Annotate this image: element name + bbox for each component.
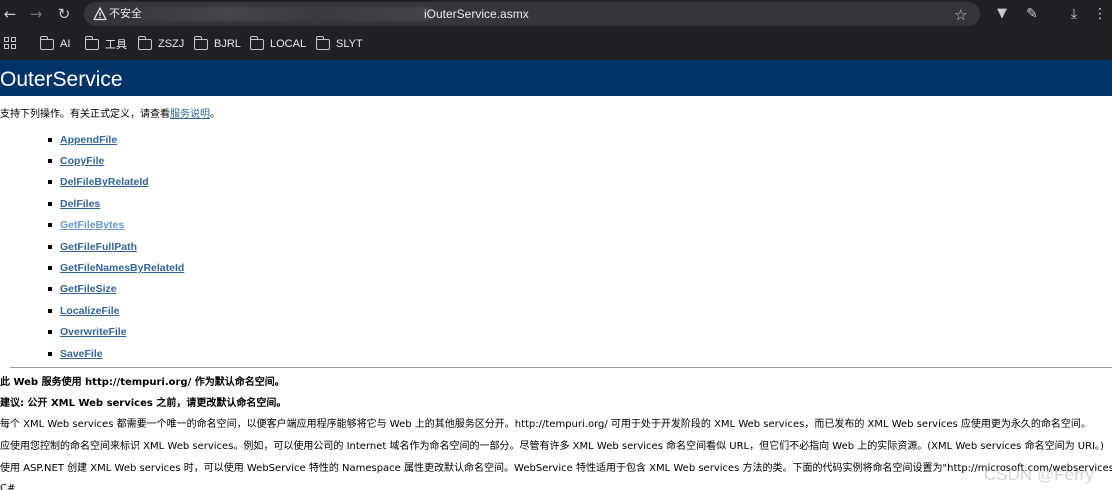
intro-text: 支持下列操作。有关正式定义，请查看服务说明。 [0,108,220,122]
bookmark-star-icon[interactable]: ☆ [954,7,970,23]
intro-end: 。 [210,109,220,120]
operation-link-getfilefullpath[interactable]: GetFileFullPath [60,241,137,253]
bookmark-folder-zszj[interactable]: ZSZJ [137,35,185,52]
operation-link-getfilenamesbyrelateid[interactable]: GetFileNamesByRelateId [60,262,184,274]
bookmark-folder-tools[interactable]: 工具 [84,35,127,52]
warning-icon[interactable] [93,7,107,21]
operations-list: AppendFile CopyFile DelFileByRelateId De… [48,129,184,364]
heading-bar: OuterService [0,60,1112,96]
bullet-icon [48,159,52,164]
namespace-paragraph-1: 每个 XML Web services 都需要一个唯一的命名空间，以便客户端应用… [0,419,1091,430]
apps-grid-icon[interactable] [4,37,16,49]
menu-icon[interactable]: ⋮ [1092,6,1108,22]
divider [10,367,1112,368]
not-secure-label[interactable]: 不安全 [109,6,142,22]
bullet-icon [48,137,52,142]
extensions-icon[interactable]: ✎ [1024,6,1040,22]
list-item: SaveFile [48,343,184,364]
code-language-label: C# [0,483,16,490]
folder-icon [39,35,54,50]
back-icon[interactable]: ← [0,4,20,24]
bookmark-label: AI [60,38,71,50]
namespace-paragraph-2: 应使用您控制的命名空间来标识 XML Web services。例如，可以使用公… [0,441,1104,452]
blurred-url [142,7,432,21]
list-item: GetFileSize [48,279,184,300]
list-item: CopyFile [48,150,184,171]
bullet-icon [48,201,52,206]
folder-icon [249,35,264,50]
operation-link-getfilesize[interactable]: GetFileSize [60,283,117,295]
toolbar: ← → ↻ 不安全 iOuterService.asmx ☆ ▼ ✎ ⤓ ⋮ [0,0,1112,28]
folder-icon [193,35,208,50]
operation-link-copyfile[interactable]: CopyFile [60,155,104,167]
operation-link-overwritefile[interactable]: OverwriteFile [60,326,127,338]
namespace-paragraph-3: 使用 ASP.NET 创建 XML Web services 时，可以使用 We… [0,463,1112,474]
bullet-icon [48,223,52,228]
operation-link-getfilebytes[interactable]: GetFileBytes [60,219,124,231]
operation-link-savefile[interactable]: SaveFile [60,348,103,360]
bookmark-label: 工具 [105,39,127,51]
list-item: DelFileByRelateId [48,172,184,193]
list-item: GetFileFullPath [48,236,184,257]
bullet-icon [48,287,52,292]
operation-link-localizefile[interactable]: LocalizeFile [60,305,120,317]
download-icon[interactable]: ⤓ [1066,6,1082,22]
operation-link-appendfile[interactable]: AppendFile [60,134,117,146]
folder-icon [84,35,99,50]
bullet-icon [48,351,52,356]
bookmark-folder-ai[interactable]: AI [39,35,71,52]
operation-link-delfilebyrelateid[interactable]: DelFileByRelateId [60,176,149,188]
bookmark-folder-slyt[interactable]: SLYT [315,35,363,52]
bullet-icon [48,180,52,185]
bookmarks-bar: AI 工具 ZSZJ BJRL LOCAL SLYT [0,33,1112,55]
intro-lead: 支持下列操作。有关正式定义，请查看 [0,109,170,120]
operation-link-delfiles[interactable]: DelFiles [60,198,100,210]
list-item: OverwriteFile [48,322,184,343]
bookmark-label: ZSZJ [158,38,185,50]
reload-icon[interactable]: ↻ [54,4,74,24]
vpn-extension-icon[interactable]: ▼ [994,6,1010,22]
recommendation: 建议: 公开 XML Web services 之前，请更改默认命名空间。 [0,398,287,409]
bookmark-folder-bjrl[interactable]: BJRL [193,35,241,52]
folder-icon [137,35,152,50]
list-item: GetFileBytes [48,215,184,236]
watermark: CSDN @Ferry [984,465,1094,484]
address-bar[interactable]: 不安全 iOuterService.asmx ☆ [84,2,980,26]
bullet-icon [48,244,52,249]
bookmark-label: LOCAL [270,38,307,50]
list-item: LocalizeFile [48,300,184,321]
bullet-icon [48,330,52,335]
bullet-icon [48,308,52,313]
namespace-notice: 此 Web 服务使用 http://tempuri.org/ 作为默认命名空间。 [0,377,285,388]
list-item: DelFiles [48,193,184,214]
list-item: AppendFile [48,129,184,150]
bookmark-folder-local[interactable]: LOCAL [249,35,307,52]
list-item: GetFileNamesByRelateId [48,257,184,278]
service-description-link[interactable]: 服务说明 [170,109,210,120]
browser-chrome: ← → ↻ 不安全 iOuterService.asmx ☆ ▼ ✎ ⤓ ⋮ A… [0,0,1112,60]
url-text[interactable]: iOuterService.asmx [424,6,529,22]
bookmark-label: SLYT [336,38,363,50]
page-title: OuterService [0,68,123,91]
bullet-icon [48,266,52,271]
forward-icon[interactable]: → [26,4,46,24]
folder-icon [315,35,330,50]
bookmark-label: BJRL [214,38,241,50]
